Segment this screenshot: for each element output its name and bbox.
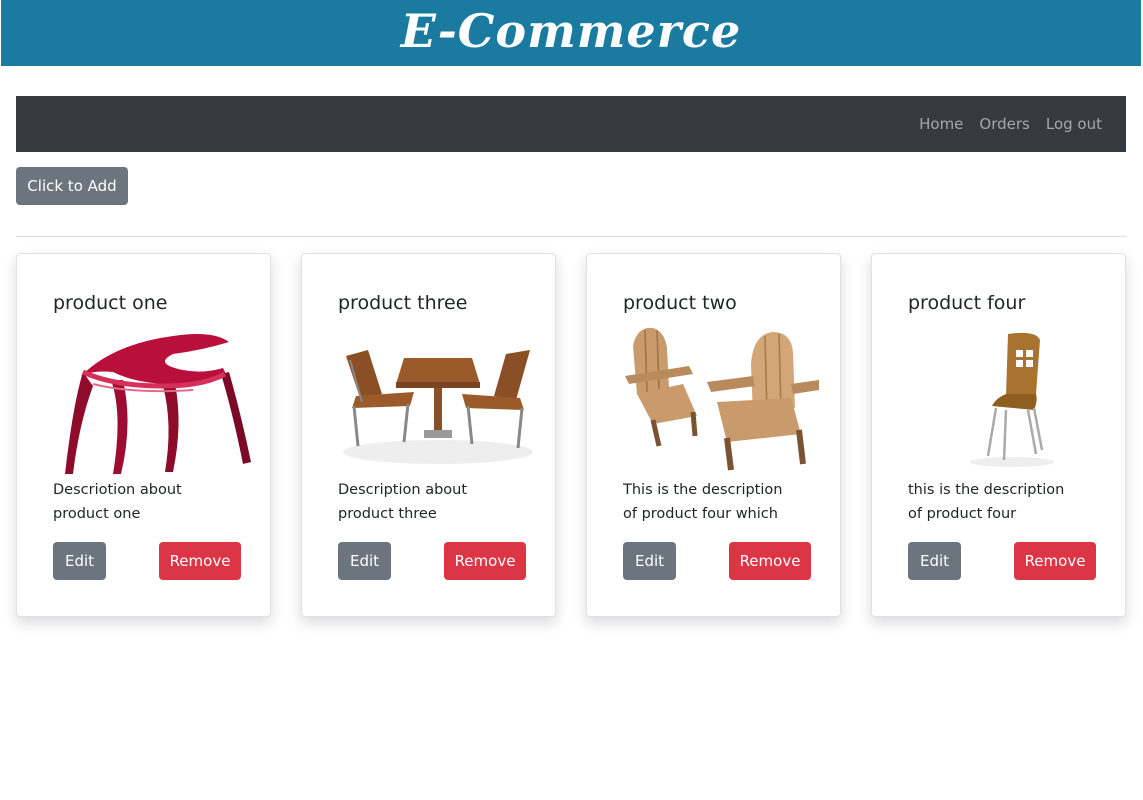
nav-home-link[interactable]: Home (919, 115, 963, 133)
edit-button[interactable]: Edit (53, 542, 106, 580)
product-title: product two (623, 292, 737, 314)
wooden-cafe-chair-image (908, 324, 1108, 474)
red-modern-chair-image (53, 324, 253, 474)
remove-button[interactable]: Remove (1014, 542, 1096, 580)
product-description: This is the description of product four … (623, 482, 783, 522)
product-card: product two This is the description of p… (586, 253, 841, 617)
edit-button[interactable]: Edit (623, 542, 676, 580)
nav-logout-link[interactable]: Log out (1046, 115, 1102, 133)
header-banner: E-Commerce (1, 0, 1141, 66)
patio-table-chairs-image (338, 324, 538, 474)
nav-orders-link[interactable]: Orders (979, 115, 1029, 133)
site-title: E-Commerce (400, 4, 742, 58)
product-description: this is the description of product four (908, 482, 1065, 522)
product-card: product three Description about product … (301, 253, 556, 617)
add-product-button[interactable]: Click to Add (16, 167, 128, 205)
remove-button[interactable]: Remove (729, 542, 811, 580)
navbar: Home Orders Log out (16, 96, 1126, 152)
product-card: product four this is the description of … (871, 253, 1126, 617)
product-description: Descriotion about product one (53, 482, 182, 522)
edit-button[interactable]: Edit (908, 542, 961, 580)
product-title: product four (908, 292, 1026, 314)
divider (16, 236, 1126, 237)
remove-button[interactable]: Remove (444, 542, 526, 580)
product-card: product one Descriotion about product on… (16, 253, 271, 617)
edit-button[interactable]: Edit (338, 542, 391, 580)
product-description: Description about product three (338, 482, 468, 522)
product-title: product three (338, 292, 468, 314)
remove-button[interactable]: Remove (159, 542, 241, 580)
product-title: product one (53, 292, 168, 314)
adirondack-chairs-image (623, 324, 823, 474)
